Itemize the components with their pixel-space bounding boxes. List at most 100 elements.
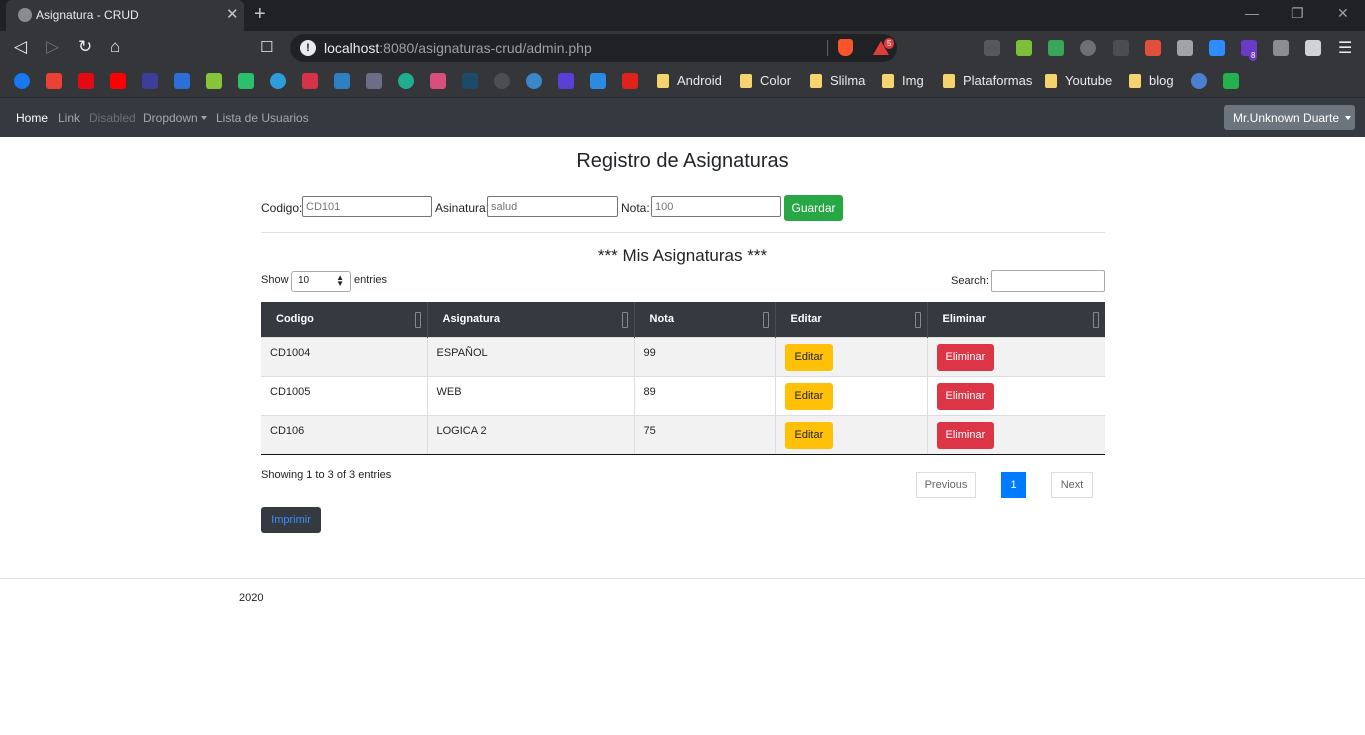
caret-down-icon — [200, 116, 207, 120]
restore-icon[interactable]: ❐ — [1291, 5, 1304, 22]
new-tab-icon[interactable]: + — [254, 3, 266, 26]
folder-icon — [657, 74, 669, 88]
kotlin-bookmark-icon[interactable] — [590, 73, 606, 89]
vue-extension-icon[interactable] — [1177, 40, 1193, 56]
column-header-codigo[interactable]: Codigo — [261, 302, 428, 337]
edit-button[interactable]: Editar — [784, 421, 834, 449]
info-icon[interactable]: ! — [300, 40, 316, 56]
column-header-eliminar[interactable]: Eliminar — [927, 302, 1105, 337]
cell-asignatura: WEB — [427, 375, 635, 415]
cell-nota: 75 — [634, 414, 776, 455]
table-row: CD106 LOGICA 2 75 Editar Eliminar — [261, 414, 1105, 455]
nav-dropdown[interactable]: Dropdown — [143, 111, 207, 125]
divider — [261, 232, 1105, 233]
column-header-editar[interactable]: Editar — [775, 302, 928, 337]
cell-codigo: CD1005 — [261, 375, 428, 415]
back-icon[interactable]: ◁ — [14, 37, 27, 57]
cell-eliminar: Eliminar — [927, 336, 1105, 376]
column-header-asignatura[interactable]: Asignatura — [427, 302, 635, 337]
previous-page-button[interactable]: Previous — [916, 472, 976, 498]
delete-button[interactable]: Eliminar — [936, 343, 995, 371]
search-input[interactable] — [991, 270, 1105, 292]
cell-nota: 89 — [634, 375, 776, 415]
next-page-button[interactable]: Next — [1051, 472, 1093, 498]
pen-extension-icon[interactable] — [1273, 40, 1289, 56]
close-tab-icon[interactable]: ✕ — [226, 5, 239, 23]
bookmark-icon[interactable] — [334, 73, 350, 89]
bookmark-icon[interactable] — [270, 73, 286, 89]
bookmark-icon[interactable] — [238, 73, 254, 89]
youtube-bookmark-icon[interactable] — [110, 73, 126, 89]
zoom-extension-icon[interactable] — [1209, 40, 1225, 56]
extension-icon[interactable] — [984, 40, 1000, 56]
cell-editar: Editar — [775, 336, 928, 376]
bookmark-icon[interactable]: ☐ — [260, 38, 273, 56]
extension-icon[interactable] — [1145, 40, 1161, 56]
bookmark-icon[interactable] — [206, 73, 222, 89]
folder-icon — [810, 74, 822, 88]
user-menu-button[interactable]: Mr.Unknown Duarte — [1224, 105, 1355, 130]
browser-tab-bar: Asignatura - CRUD ✕ + — ❐ ✕ — [0, 0, 1365, 31]
entries-select[interactable]: 10 ▲ ▼ — [291, 271, 351, 292]
cell-nota: 99 — [634, 336, 776, 376]
search-label: Search: — [951, 275, 989, 287]
caret-down-icon — [1345, 116, 1352, 120]
cell-codigo: CD1004 — [261, 336, 428, 376]
window-close-icon[interactable]: ✕ — [1337, 5, 1349, 22]
adobe-bookmark-icon[interactable] — [622, 73, 638, 89]
home-icon[interactable]: ⌂ — [110, 37, 120, 57]
edit-button[interactable]: Editar — [784, 343, 834, 371]
bookmark-icon[interactable] — [174, 73, 190, 89]
wordpress-bookmark-icon[interactable] — [526, 73, 542, 89]
nav-users-list[interactable]: Lista de Usuarios — [216, 111, 309, 125]
bookmark-icon[interactable] — [558, 73, 574, 89]
browser-tab[interactable]: Asignatura - CRUD ✕ — [6, 0, 244, 31]
edit-button[interactable]: Editar — [784, 382, 834, 410]
bookmark-icon[interactable] — [462, 73, 478, 89]
download-extension-icon[interactable] — [1016, 40, 1032, 56]
browser-menu-icon[interactable]: ☰ — [1338, 38, 1352, 58]
rewards-badge: 5 — [884, 38, 895, 49]
bookmark-icon[interactable] — [302, 73, 318, 89]
nav-link[interactable]: Link — [58, 111, 80, 125]
extension-icon[interactable] — [1048, 40, 1064, 56]
bookmark-icon[interactable] — [494, 73, 510, 89]
bookmark-icon[interactable] — [430, 73, 446, 89]
delete-button[interactable]: Eliminar — [936, 421, 995, 449]
brave-shield-icon[interactable] — [838, 39, 853, 56]
footer-year: 2020 — [239, 592, 264, 604]
wordpress-extension-icon[interactable] — [1080, 40, 1096, 56]
codigo-input[interactable] — [302, 196, 432, 217]
page-1-button[interactable]: 1 — [1001, 472, 1026, 498]
sort-icon — [621, 312, 628, 328]
reload-icon[interactable]: ↻ — [78, 37, 92, 57]
checkmark-bookmark-icon[interactable] — [1223, 73, 1239, 89]
gmail-bookmark-icon[interactable] — [46, 73, 62, 89]
table-info: Showing 1 to 3 of 3 entries — [261, 469, 392, 481]
bookmark-icon[interactable] — [366, 73, 382, 89]
column-header-nota[interactable]: Nota — [634, 302, 776, 337]
bookmark-icon[interactable] — [1191, 73, 1207, 89]
delete-button[interactable]: Eliminar — [936, 382, 995, 410]
cell-asignatura: ESPAÑOL — [427, 336, 635, 376]
nav-disabled: Disabled — [89, 111, 136, 125]
nav-home[interactable]: Home — [16, 111, 48, 125]
folder-icon — [740, 74, 752, 88]
address-bar[interactable]: ! localhost:8080/asignaturas-crud/admin.… — [290, 34, 897, 62]
facebook-bookmark-icon[interactable] — [14, 73, 30, 89]
url-text[interactable]: localhost:8080/asignaturas-crud/admin.ph… — [324, 40, 592, 56]
sort-icon — [762, 312, 769, 328]
bookmark-icon[interactable] — [142, 73, 158, 89]
bookmark-icon[interactable] — [398, 73, 414, 89]
asignatura-input[interactable] — [487, 196, 618, 217]
puzzle-icon[interactable] — [1305, 40, 1321, 56]
print-button[interactable]: Imprimir — [261, 507, 321, 533]
list-title: *** Mis Asignaturas *** — [597, 246, 768, 265]
extension-icon[interactable] — [1113, 40, 1129, 56]
netflix-bookmark-icon[interactable] — [78, 73, 94, 89]
folder-icon — [1129, 74, 1141, 88]
minimize-icon[interactable]: — — [1245, 5, 1259, 21]
forward-icon[interactable]: ▷ — [46, 37, 59, 57]
nota-input[interactable] — [651, 196, 781, 217]
save-button[interactable]: Guardar — [784, 195, 843, 221]
